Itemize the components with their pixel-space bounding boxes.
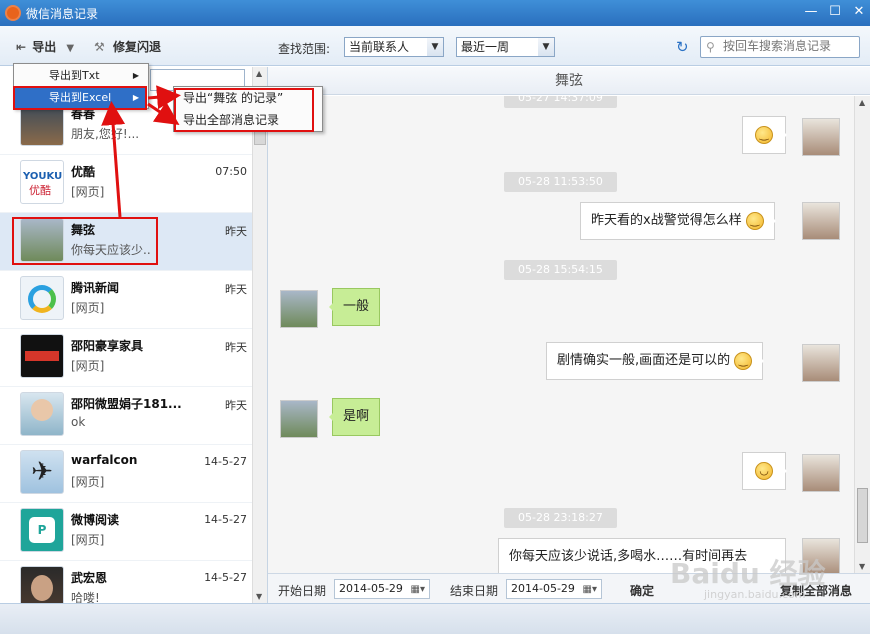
- annotation-arrows: [101, 85, 181, 218]
- annotation-arrow: [147, 85, 181, 110]
- watermark-url: jingyan.baidu.com: [704, 588, 806, 601]
- annotation-arrow: [147, 101, 180, 125]
- annotation-arrow: [101, 101, 126, 218]
- watermark-logo: Baidu 经验: [670, 557, 826, 590]
